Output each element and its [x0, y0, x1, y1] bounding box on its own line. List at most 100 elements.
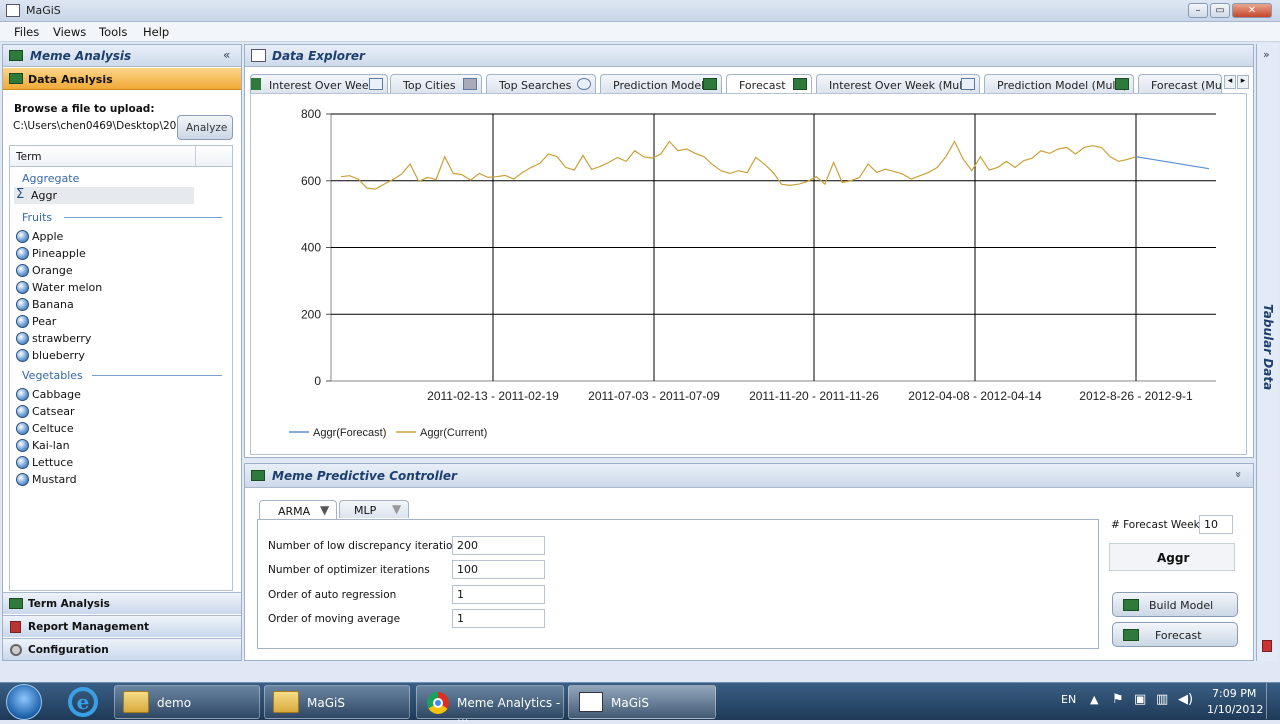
taskbar-item-demo[interactable]: demo — [114, 685, 260, 719]
term-label: Kai-lan — [32, 439, 70, 452]
tab-interest-over-week-multi[interactable]: Interest Over Week (Multi) — [816, 74, 980, 94]
list-item-pear[interactable]: Pear — [14, 313, 194, 330]
list-item-water-melon[interactable]: Water melon — [14, 279, 194, 296]
series-line-aggr-forecast — [1135, 156, 1210, 170]
tab-scroll-right[interactable]: ▸ — [1237, 75, 1249, 89]
filter-icon: ▼ — [320, 503, 330, 517]
language-indicator[interactable]: EN — [1061, 693, 1076, 706]
arma-params-box — [257, 519, 1099, 649]
collapse-controller-button[interactable]: » — [1232, 471, 1245, 478]
auto-regression-order-input[interactable]: 1 — [452, 585, 545, 604]
line-chart-icon — [369, 78, 383, 90]
term-label: Lettuce — [32, 456, 74, 469]
list-item-kai-lan[interactable]: Kai-lan — [14, 437, 194, 454]
flag-icon[interactable]: ⚑ — [1112, 692, 1124, 707]
moving-average-order-input[interactable]: 1 — [452, 609, 545, 628]
tab-forecast[interactable]: Forecast — [726, 74, 812, 95]
term-label: Aggr — [31, 189, 58, 202]
x-tick-label: 2011-11-20 - 2011-11-26 — [749, 389, 879, 403]
file-path-input[interactable]: C:\Users\chen0469\Desktop\2012 — [9, 118, 190, 138]
taskbar: e demo MaGiS Meme Analytics - ... MaGiS … — [0, 682, 1280, 724]
list-item-celtuce[interactable]: Celtuce — [14, 420, 194, 437]
taskbar-label: demo — [157, 696, 192, 710]
analyze-button[interactable]: Analyze — [177, 115, 233, 140]
collapse-right-button[interactable]: » — [1263, 48, 1270, 61]
controller-icon — [251, 470, 265, 481]
title-bar: MaGiS – ▭ ✕ — [0, 0, 1280, 22]
tabular-data-strip[interactable]: » Tabular Data — [1256, 44, 1278, 661]
tab-top-cities[interactable]: Top Cities — [390, 74, 482, 94]
show-hidden-icons[interactable]: ▲ — [1090, 693, 1098, 706]
forecast-weeks-input[interactable]: 10 — [1199, 515, 1233, 534]
optimizer-iterations-input[interactable]: 100 — [452, 560, 545, 579]
menu-views[interactable]: Views — [53, 25, 86, 39]
tab-mlp[interactable]: MLP ▼ — [339, 500, 409, 518]
volume-icon[interactable]: ◀) — [1178, 692, 1193, 707]
term-list: Aggregate Σ Aggr Fruits Apple Pineapple … — [9, 167, 233, 591]
low-discrepancy-iterations-input[interactable]: 200 — [452, 536, 545, 555]
list-item-pineapple[interactable]: Pineapple — [14, 245, 194, 262]
x-tick-label: 2012-04-08 - 2012-04-14 — [908, 389, 1042, 403]
forecast-button[interactable]: Forecast — [1112, 622, 1238, 647]
term-analysis-icon — [9, 598, 23, 609]
tab-prediction-model[interactable]: Prediction Model — [600, 74, 722, 94]
list-item-lettuce[interactable]: Lettuce — [14, 454, 194, 471]
nav-term-analysis[interactable]: Term Analysis — [3, 592, 241, 614]
nav-label: Configuration — [28, 644, 109, 656]
list-item-blueberry[interactable]: blueberry — [14, 347, 194, 364]
taskbar-item-magis-app[interactable]: MaGiS — [568, 685, 716, 719]
tab-label: Prediction Model (Multi) — [997, 79, 1128, 92]
data-analysis-section[interactable]: Data Analysis — [3, 68, 241, 90]
list-item-cabbage[interactable]: Cabbage — [14, 386, 194, 403]
close-button[interactable]: ✕ — [1232, 3, 1272, 18]
tab-arma[interactable]: ARMA ▼ — [259, 500, 337, 520]
param-label: Number of optimizer iterations — [268, 564, 430, 576]
collapse-left-button[interactable]: « — [223, 48, 230, 62]
menu-files[interactable]: Files — [14, 25, 39, 39]
term-label: blueberry — [32, 349, 85, 362]
chart-icon — [251, 49, 266, 62]
start-button[interactable] — [6, 684, 42, 720]
device-icon[interactable]: ▣ — [1134, 692, 1146, 707]
taskbar-item-chrome[interactable]: Meme Analytics - ... — [416, 685, 564, 724]
globe-icon — [16, 473, 29, 486]
list-item-apple[interactable]: Apple — [14, 228, 194, 245]
clock-date[interactable]: 1/10/2012 — [1207, 703, 1263, 716]
building-icon — [463, 78, 477, 90]
nav-label: Report Management — [28, 621, 150, 633]
nav-report-management[interactable]: Report Management — [3, 615, 241, 637]
minimize-button[interactable]: – — [1188, 3, 1208, 18]
menu-tools[interactable]: Tools — [99, 25, 127, 39]
show-desktop-button[interactable] — [1266, 683, 1278, 719]
list-item-orange[interactable]: Orange — [14, 262, 194, 279]
taskbar-label: MaGiS — [611, 696, 649, 710]
group-vegetables: Vegetables — [22, 369, 83, 382]
clock-time[interactable]: 7:09 PM — [1212, 687, 1256, 700]
forecast-chart: 0 200 400 600 800 2011-02-13 - 2011-02-19 2011… — [289, 107, 1216, 439]
tab-forecast-multi[interactable]: Forecast (Mult — [1138, 74, 1222, 94]
y-tick-label: 0 — [314, 374, 321, 388]
restore-button[interactable]: ▭ — [1210, 3, 1230, 18]
build-model-button[interactable]: Build Model — [1112, 592, 1238, 617]
taskbar-item-magis-folder[interactable]: MaGiS — [264, 685, 410, 719]
list-item-banana[interactable]: Banana — [14, 296, 194, 313]
ie-icon[interactable]: e — [68, 687, 98, 717]
list-item-strawberry[interactable]: strawberry — [14, 330, 194, 347]
tab-scroll-left[interactable]: ◂ — [1224, 75, 1236, 89]
globe-icon — [577, 78, 591, 90]
list-item-catsear[interactable]: Catsear — [14, 403, 194, 420]
list-item-mustard[interactable]: Mustard — [14, 471, 194, 488]
tab-top-searches[interactable]: Top Searches — [486, 74, 596, 94]
nav-configuration[interactable]: Configuration — [3, 638, 241, 660]
group-fruits: Fruits — [22, 211, 53, 224]
list-item-aggr[interactable]: Σ Aggr — [14, 187, 194, 204]
forecast-weeks-label: # Forecast Weeks: — [1111, 519, 1209, 531]
tab-label: ARMA — [278, 505, 311, 518]
tab-prediction-model-multi[interactable]: Prediction Model (Multi) — [984, 74, 1134, 94]
network-icon[interactable]: ▥ — [1156, 692, 1168, 707]
tab-label: Top Cities — [403, 79, 456, 92]
menu-help[interactable]: Help — [143, 25, 169, 39]
nav-label: Term Analysis — [28, 598, 110, 610]
tab-interest-over-week[interactable]: Interest Over Week — [250, 74, 388, 94]
chrome-icon — [427, 692, 449, 714]
